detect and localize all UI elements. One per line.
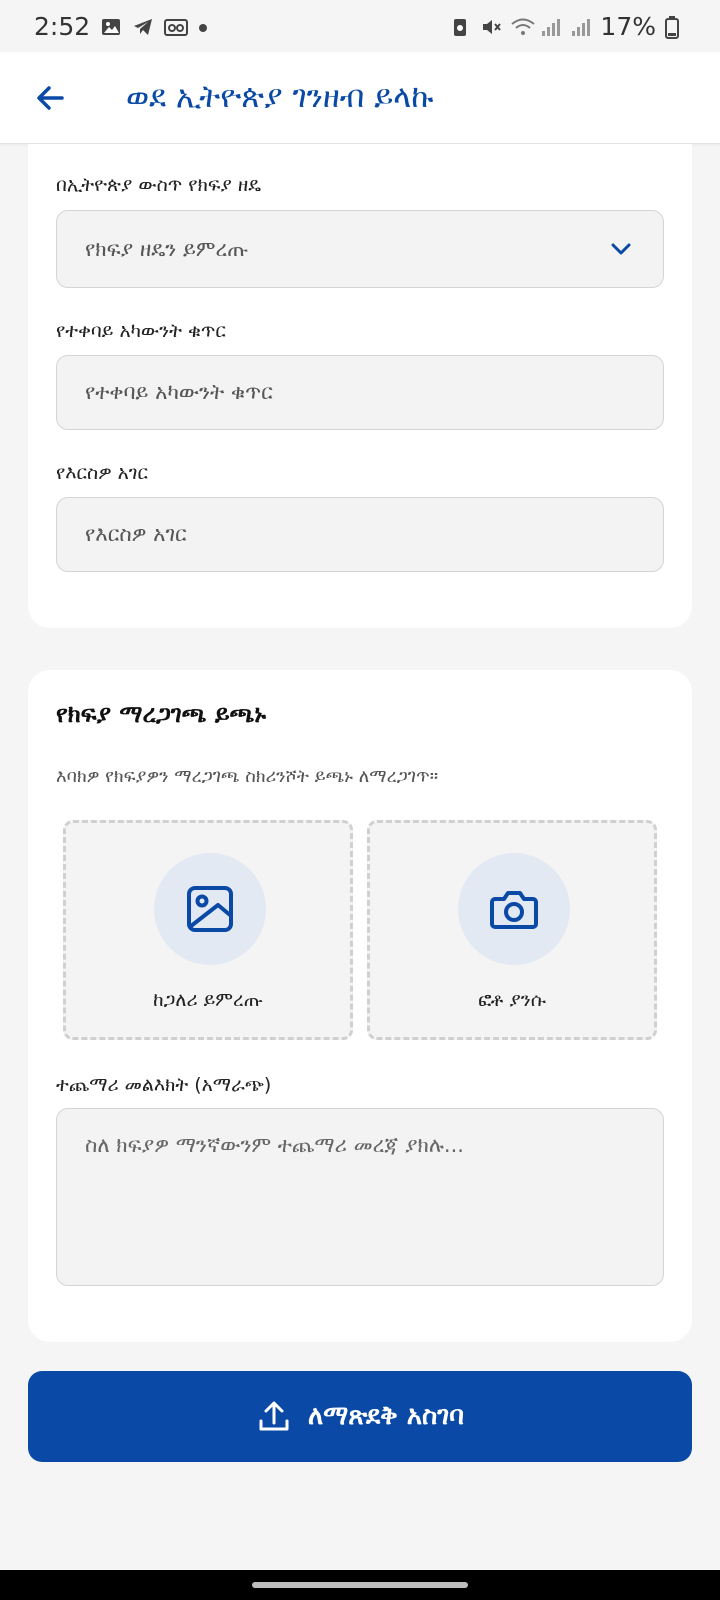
battery-percent: 17% [600, 11, 656, 41]
arrow-left-icon [37, 85, 64, 110]
camera-icon-circle [458, 853, 570, 965]
battery-saver-icon [450, 15, 472, 37]
camera-upload-button[interactable]: ፎቶ ያንሱ [367, 820, 657, 1040]
upload-icon [259, 1401, 289, 1430]
home-handle[interactable] [252, 1582, 468, 1588]
payment-method-label: በኢትዮጵያ ውስጥ የክፍያ ዘዴ [56, 174, 261, 196]
gallery-icon-circle [154, 853, 266, 965]
signal-icon [570, 15, 592, 37]
gallery-icon [187, 886, 233, 932]
dot-icon [196, 15, 218, 37]
account-number-input[interactable]: የተቀባይ አካውንት ቁጥር [56, 355, 664, 430]
country-label: የእርስዎ አገር [56, 462, 148, 484]
status-left: 2:52 [34, 12, 218, 41]
account-number-placeholder: የተቀባይ አካውንት ቁጥር [85, 380, 273, 404]
back-button[interactable] [20, 68, 80, 128]
status-right: 17% [450, 12, 686, 41]
account-number-label: የተቀባይ አካውንት ቁጥር [56, 320, 226, 342]
payment-method-placeholder: የክፍያ ዘዴን ይምረጡ [85, 236, 249, 261]
submit-label: ለማጽደቅ አስገባ [307, 1401, 464, 1431]
gallery-upload-label: ከጋለሪ ይምረጡ [153, 989, 263, 1011]
system-nav-bar [0, 1570, 720, 1600]
page-title: ወደ ኢትዮጵያ ገንዘብ ይላኩ [126, 79, 434, 115]
mute-icon [480, 15, 502, 37]
proof-title: የክፍያ ማረጋገጫ ይጫኑ [56, 700, 266, 728]
app-bar: ወደ ኢትዮጵያ ገንዘብ ይላኩ [0, 52, 720, 144]
chevron-down-icon [611, 243, 631, 255]
signal-icon [540, 15, 562, 37]
image-icon [100, 15, 122, 37]
submit-button[interactable]: ለማጽደቅ አስገባ [28, 1371, 692, 1462]
voicemail-icon [164, 15, 189, 37]
message-placeholder: ስለ ክፍያዎ ማንኛውንም ተጨማሪ መረጃ ያክሉ... [85, 1133, 464, 1157]
message-label: ተጨማሪ መልእክት (አማራጭ) [56, 1074, 272, 1096]
battery-icon [664, 15, 686, 39]
gallery-upload-button[interactable]: ከጋለሪ ይምረጡ [63, 820, 353, 1040]
camera-upload-label: ፎቶ ያንሱ [478, 989, 546, 1011]
wifi-icon [510, 15, 536, 37]
telegram-icon [132, 15, 154, 37]
country-input[interactable]: የእርስዎ አገር [56, 497, 664, 572]
status-time: 2:52 [34, 11, 91, 41]
payment-method-select[interactable]: የክፍያ ዘዴን ይምረጡ [56, 210, 664, 288]
message-textarea[interactable]: ስለ ክፍያዎ ማንኛውንም ተጨማሪ መረጃ ያክሉ... [56, 1108, 664, 1286]
proof-description: እባክዎ የክፍያዎን ማረጋገጫ ስክሪንሾት ይጫኑ ለማረጋገጥ። [56, 766, 439, 787]
camera-icon [490, 891, 538, 929]
status-bar: 2:52 17% [0, 0, 720, 52]
country-placeholder: የእርስዎ አገር [85, 522, 187, 546]
